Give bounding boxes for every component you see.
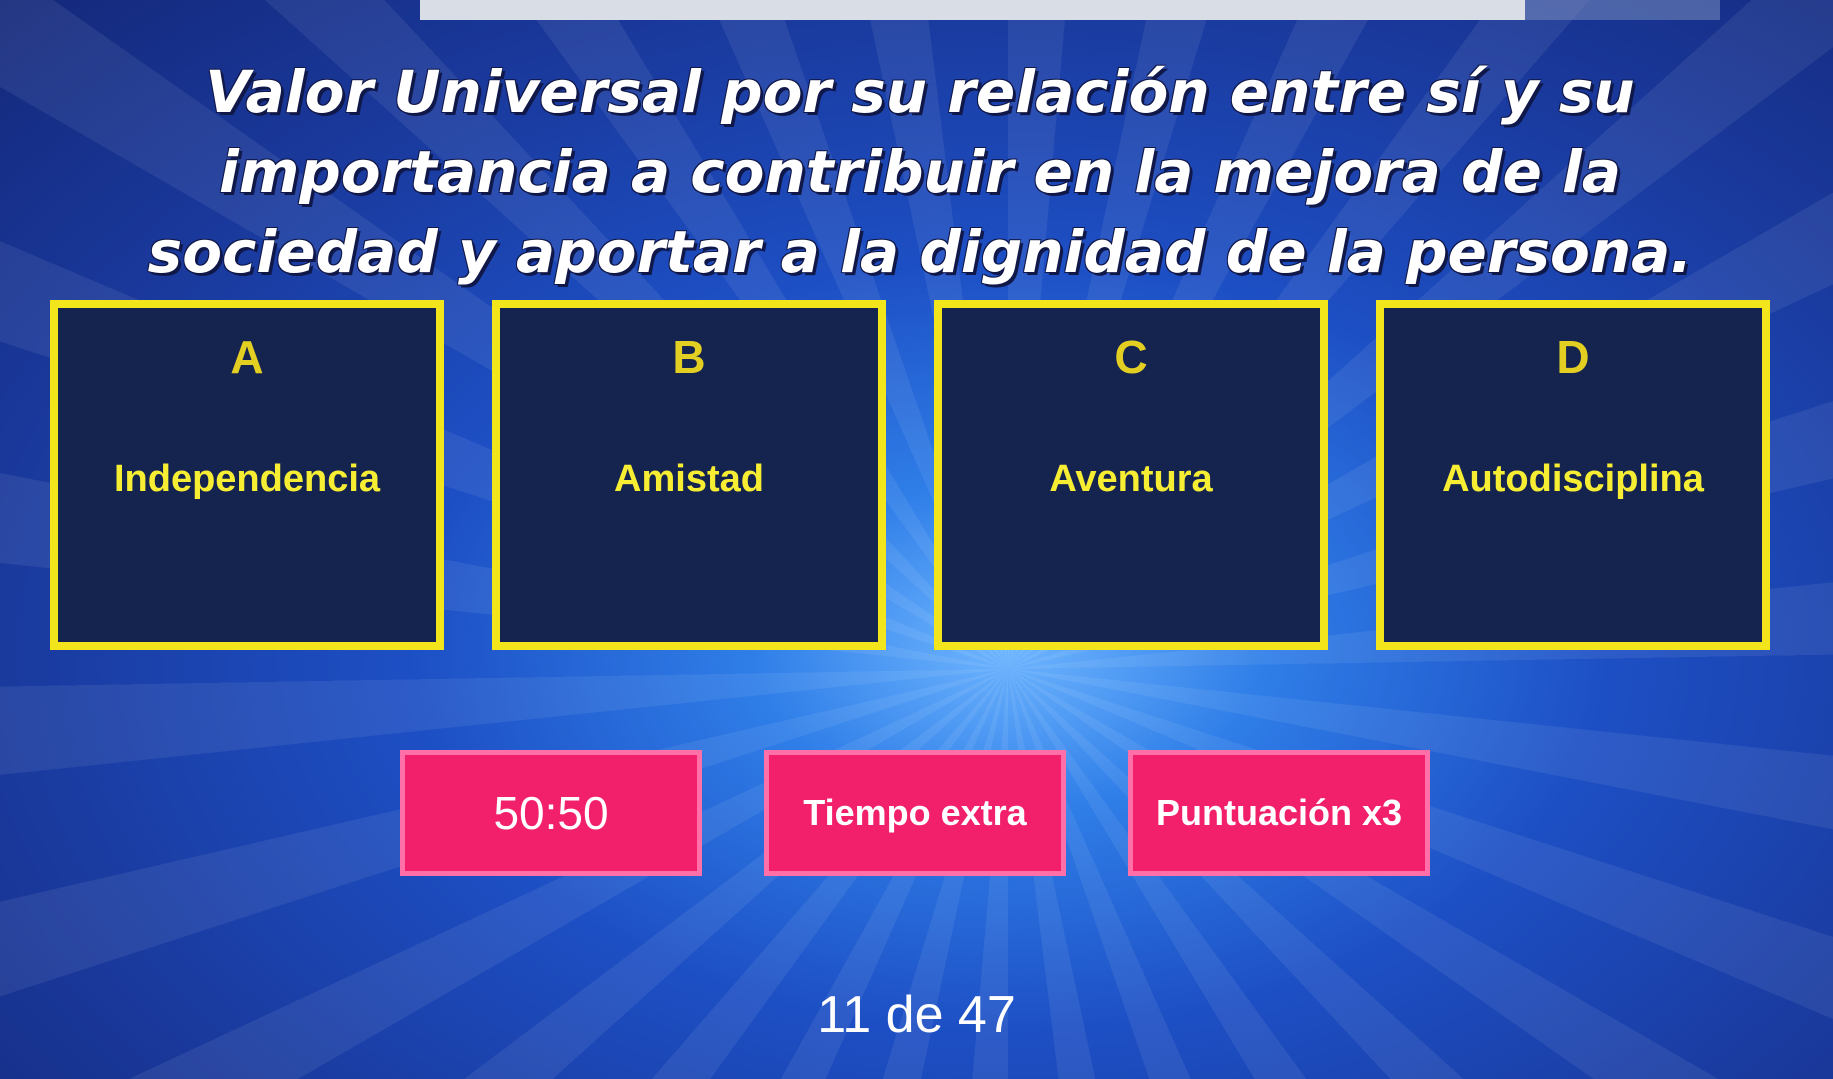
triple-score-button[interactable]: Puntuación x3 [1128, 750, 1430, 876]
powerup-bar: 50:50 Tiempo extra Puntuación x3 [400, 750, 1430, 876]
answer-option-a[interactable]: A Independencia [50, 300, 444, 650]
progress-bar-fill [420, 0, 1525, 20]
answer-option-b[interactable]: B Amistad [492, 300, 886, 650]
answer-option-c[interactable]: C Aventura [934, 300, 1328, 650]
question-text: Valor Universal por su relación entre sí… [147, 58, 1693, 286]
answer-letter: D [1556, 331, 1590, 383]
question-counter: 11 de 47 [817, 986, 1016, 1044]
answer-letter: A [230, 331, 264, 383]
answer-letter: B [672, 331, 706, 383]
answer-option-d[interactable]: D Autodisciplina [1376, 300, 1770, 650]
answer-label: Independencia [113, 458, 381, 500]
answer-label: Autodisciplina [1442, 458, 1704, 500]
answer-label: Amistad [614, 458, 764, 500]
extra-time-button[interactable]: Tiempo extra [764, 750, 1066, 876]
fifty-fifty-button[interactable]: 50:50 [400, 750, 702, 876]
answer-label: Aventura [1049, 458, 1213, 500]
answer-letter: C [1114, 331, 1148, 383]
answer-grid: A Independencia B Amistad C Aventura D A… [50, 300, 1770, 650]
progress-bar [420, 0, 1720, 20]
